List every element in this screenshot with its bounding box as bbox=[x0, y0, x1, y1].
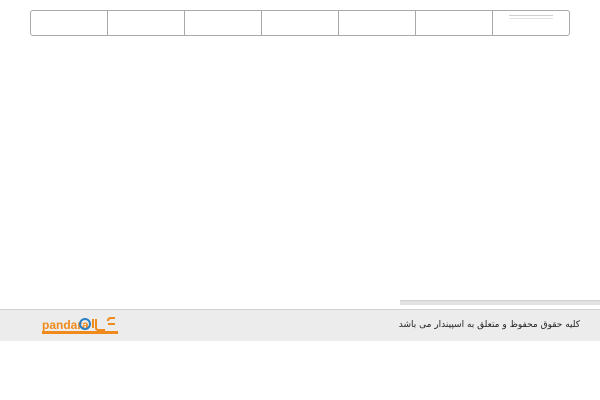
top-nav-bar bbox=[30, 10, 570, 36]
nav-item-5[interactable] bbox=[339, 11, 416, 35]
nav-item-7-active[interactable] bbox=[493, 11, 569, 35]
pandara-logo[interactable]: pandara bbox=[41, 316, 119, 336]
nav-item-4[interactable] bbox=[262, 11, 339, 35]
nav-item-2[interactable] bbox=[108, 11, 185, 35]
nav-item-6[interactable] bbox=[416, 11, 493, 35]
footer: pandara کلیه حقوق محفوظ و متعلق به اسپین… bbox=[0, 309, 600, 341]
active-indicator bbox=[509, 15, 553, 19]
nav-item-3[interactable] bbox=[185, 11, 262, 35]
copyright-text: کلیه حقوق محفوظ و متعلق به اسپیندار می ب… bbox=[398, 320, 580, 330]
nav-item-1[interactable] bbox=[31, 11, 108, 35]
logo-mark: pandara bbox=[42, 317, 118, 334]
page: pandara کلیه حقوق محفوظ و متعلق به اسپین… bbox=[0, 0, 600, 400]
horizontal-scrollbar[interactable] bbox=[400, 300, 600, 305]
